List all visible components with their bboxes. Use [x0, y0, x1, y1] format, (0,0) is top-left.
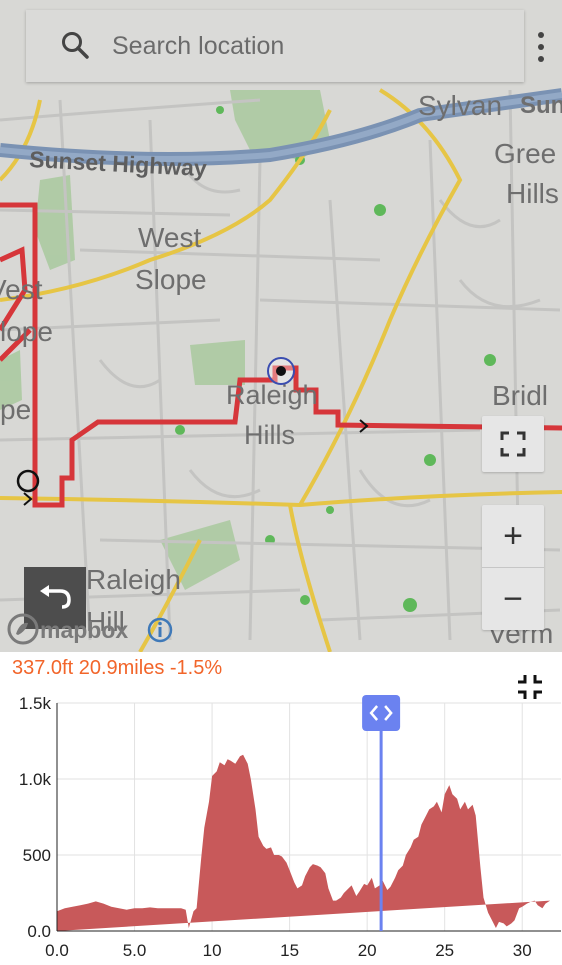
search-input[interactable]: [112, 24, 492, 68]
elevation-cursor-handle[interactable]: [362, 695, 401, 731]
zoom-out-label: −: [503, 580, 523, 618]
map-label: Sylvan: [418, 90, 503, 121]
x-tick-label: 5.0: [123, 941, 147, 960]
more-vert-icon[interactable]: [534, 30, 548, 64]
search-icon[interactable]: [60, 30, 90, 60]
y-tick-label: 500: [23, 846, 51, 865]
elevation-readout: 337.0ft 20.9miles -1.5%: [12, 657, 223, 679]
map-label: Sun: [520, 92, 562, 119]
x-tick-label: 10: [203, 941, 222, 960]
elevation-chart[interactable]: 0.0 500 1.0k 1.5k 0.0 5.0 10 15 20 25 30: [0, 680, 562, 965]
map-label: Hills: [244, 420, 295, 450]
y-tick-label: 1.0k: [19, 770, 52, 789]
map-label: Sunset Highway: [28, 146, 208, 182]
map-label: Vest: [0, 274, 43, 305]
map-label: Bridl: [492, 380, 549, 411]
map-view[interactable]: Sylvan Sun Sunset Highway Gree Hills Wes…: [0, 0, 562, 652]
x-tick-label: 30: [513, 941, 532, 960]
elevation-area: [57, 754, 551, 931]
undo-icon: [40, 585, 71, 609]
info-icon[interactable]: [146, 616, 174, 644]
map-label: pe: [0, 394, 32, 425]
map-label: Raleigh: [226, 380, 318, 410]
zoom-out-button[interactable]: −: [482, 568, 544, 630]
map-labels: Sylvan Sun Sunset Highway Gree Hills Wes…: [0, 0, 562, 652]
map-label: Slope: [135, 264, 207, 295]
y-tick-label: 1.5k: [19, 694, 52, 713]
map-label: lope: [0, 316, 53, 347]
mapbox-logo-text: mapbox: [40, 617, 128, 643]
y-tick-label: 0.0: [27, 922, 51, 941]
zoom-in-label: +: [503, 517, 523, 555]
x-tick-label: 15: [280, 941, 299, 960]
map-label: Gree: [494, 138, 557, 169]
map-label: West: [138, 222, 202, 253]
x-tick-label: 25: [435, 941, 454, 960]
map-label: Hills: [506, 178, 559, 209]
x-tick-label: 20: [358, 941, 377, 960]
map-label: Raleigh: [86, 564, 181, 595]
x-tick-label: 0.0: [45, 941, 69, 960]
zoom-in-button[interactable]: +: [482, 505, 544, 568]
fullscreen-icon: [500, 431, 526, 457]
fullscreen-button[interactable]: [482, 416, 544, 472]
